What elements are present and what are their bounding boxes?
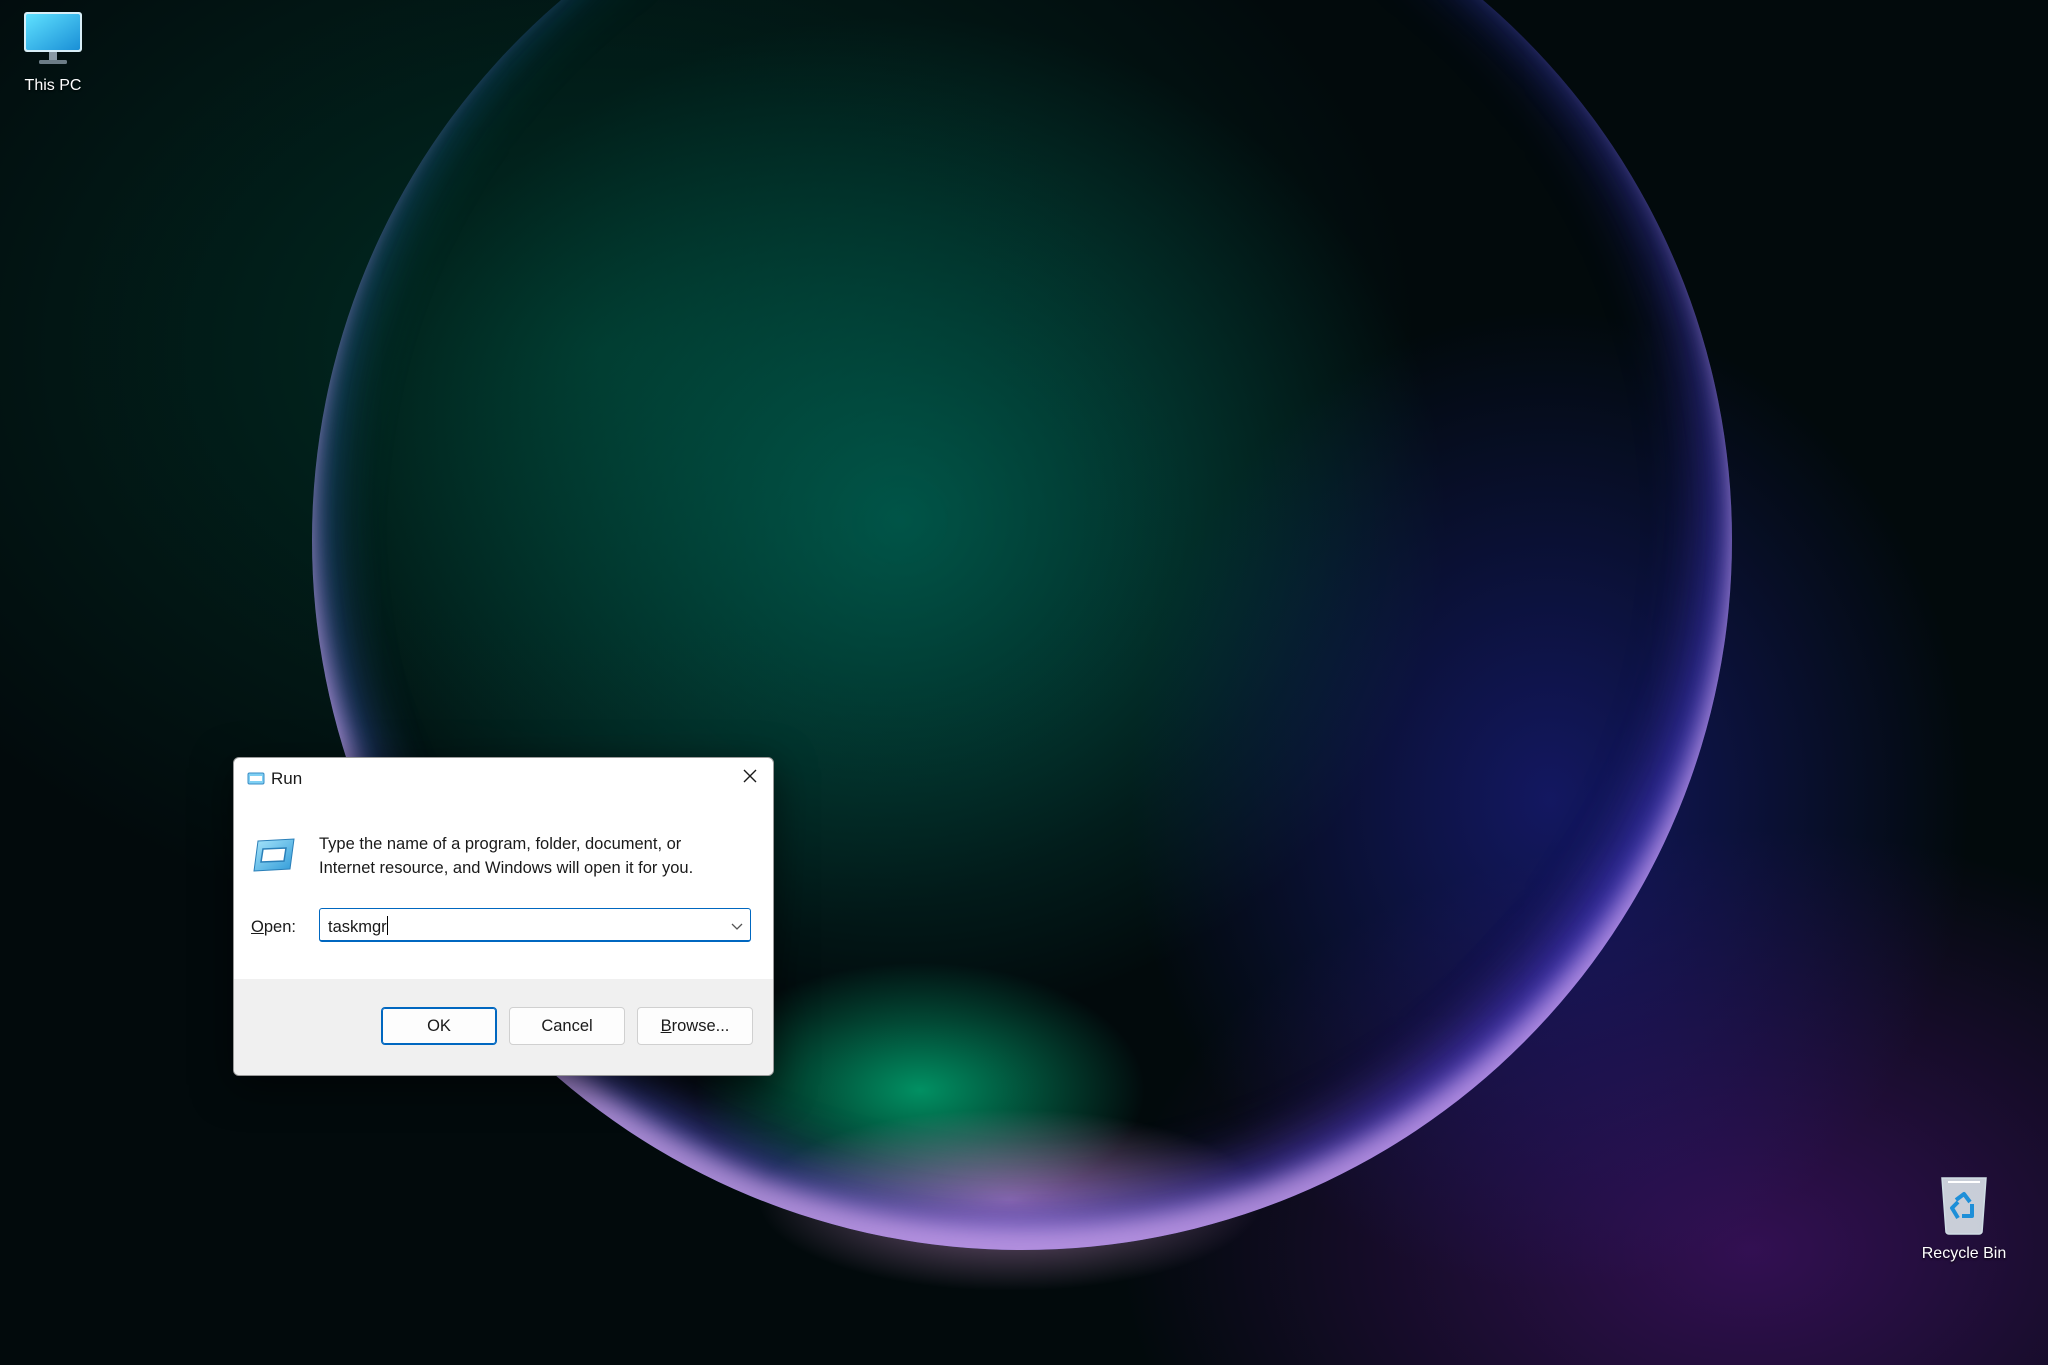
desktop-icon-recycle-bin[interactable]: Recycle Bin: [1912, 1172, 2016, 1263]
desktop-icon-label: Recycle Bin: [1921, 1245, 2007, 1262]
open-combobox[interactable]: taskmgr: [319, 908, 751, 942]
open-input[interactable]: taskmgr: [328, 916, 388, 937]
run-program-icon: [252, 836, 296, 879]
ok-button[interactable]: OK: [381, 1007, 497, 1045]
chevron-down-icon[interactable]: [730, 919, 744, 937]
open-input-value: taskmgr: [328, 918, 387, 936]
close-icon: [742, 768, 758, 789]
browse-button[interactable]: Browse...: [637, 1007, 753, 1045]
run-dialog: Run Type the name of a program, folder, …: [233, 757, 774, 1076]
open-label: Open:: [251, 918, 296, 937]
desktop-icon-this-pc[interactable]: This PC: [1, 10, 105, 95]
text-caret: [386, 916, 388, 935]
run-icon: [247, 771, 265, 792]
desktop: This PC Recycle Bin Run Type the name of…: [0, 0, 2048, 1365]
open-label-accelerator: O: [251, 918, 264, 936]
open-label-text: pen:: [263, 918, 296, 936]
title-bar[interactable]: Run: [234, 758, 773, 800]
description-text: Type the name of a program, folder, docu…: [319, 835, 694, 877]
close-button[interactable]: [727, 758, 773, 798]
window-title: Run: [271, 769, 303, 788]
desktop-icon-label: This PC: [24, 77, 82, 94]
dialog-footer: OK Cancel Browse...: [234, 979, 773, 1075]
browse-accelerator: B: [660, 1016, 672, 1035]
browse-label: rowse...: [671, 1016, 730, 1035]
monitor-icon: [1, 10, 105, 73]
recycle-bin-icon: [1912, 1172, 2016, 1241]
cancel-button[interactable]: Cancel: [509, 1007, 625, 1045]
